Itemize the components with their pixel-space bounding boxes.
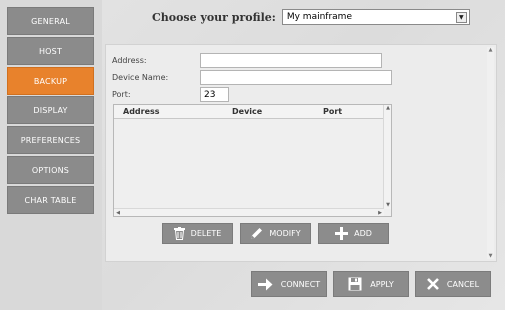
scroll-down-icon[interactable]: ▼ xyxy=(487,253,494,259)
sidebar-item-backup[interactable]: BACKUP xyxy=(7,67,94,95)
apply-button[interactable]: APPLY xyxy=(333,271,409,297)
column-port[interactable]: Port xyxy=(323,107,342,116)
profile-row: Choose your profile: My mainframe ▼ xyxy=(152,8,470,26)
column-address[interactable]: Address xyxy=(123,107,160,116)
settings-window: GENERAL HOST BACKUP DISPLAY PREFERENCES … xyxy=(0,0,505,310)
scroll-left-icon[interactable]: ◀ xyxy=(114,209,122,217)
apply-label: APPLY xyxy=(370,279,394,289)
cancel-label: CANCEL xyxy=(446,279,480,289)
arrow-right-icon xyxy=(257,278,273,291)
port-label: Port: xyxy=(112,90,131,99)
profile-select-value: My mainframe xyxy=(286,12,352,22)
scroll-up-icon[interactable]: ▲ xyxy=(384,105,392,112)
profile-label: Choose your profile: xyxy=(152,10,276,24)
column-device[interactable]: Device xyxy=(232,107,262,116)
delete-button[interactable]: DELETE xyxy=(162,223,233,244)
sidebar-item-host[interactable]: HOST xyxy=(7,37,94,65)
sidebar: GENERAL HOST BACKUP DISPLAY PREFERENCES … xyxy=(0,0,102,310)
delete-label: DELETE xyxy=(190,229,222,238)
chevron-down-icon[interactable]: ▼ xyxy=(455,11,467,23)
backup-table: Address Device Port ▲ ▼ ◀ ▶ xyxy=(113,104,392,217)
sidebar-item-general[interactable]: GENERAL xyxy=(7,7,94,35)
close-icon xyxy=(427,278,439,290)
panel-scrollbar[interactable]: ▲ ▼ xyxy=(487,47,494,259)
modify-label: MODIFY xyxy=(269,229,301,238)
add-label: ADD xyxy=(354,229,372,238)
table-vertical-scrollbar[interactable]: ▲ ▼ xyxy=(383,105,391,209)
table-horizontal-scrollbar[interactable]: ◀ ▶ xyxy=(114,208,384,216)
sidebar-item-preferences[interactable]: PREFERENCES xyxy=(7,126,94,154)
sidebar-item-char-table[interactable]: CHAR TABLE xyxy=(7,186,94,214)
cancel-button[interactable]: CANCEL xyxy=(415,271,491,297)
address-field[interactable] xyxy=(200,53,382,68)
scroll-up-icon[interactable]: ▲ xyxy=(487,47,494,53)
pencil-icon xyxy=(250,227,263,240)
device-name-label: Device Name: xyxy=(112,73,169,82)
profile-select[interactable]: My mainframe ▼ xyxy=(281,9,470,25)
trash-icon xyxy=(173,227,185,240)
sidebar-item-display[interactable]: DISPLAY xyxy=(7,96,94,124)
address-label: Address: xyxy=(112,56,147,65)
connect-label: CONNECT xyxy=(280,279,321,289)
scroll-right-icon[interactable]: ▶ xyxy=(376,209,384,217)
port-field[interactable]: 23 xyxy=(200,87,229,102)
table-header: Address Device Port xyxy=(114,105,384,119)
scroll-down-icon[interactable]: ▼ xyxy=(384,202,392,209)
modify-button[interactable]: MODIFY xyxy=(240,223,311,244)
save-icon xyxy=(348,277,362,291)
plus-icon xyxy=(335,227,349,240)
sidebar-item-options[interactable]: OPTIONS xyxy=(7,156,94,184)
connect-button[interactable]: CONNECT xyxy=(251,271,327,297)
add-button[interactable]: ADD xyxy=(318,223,389,244)
device-name-field[interactable] xyxy=(200,70,392,85)
